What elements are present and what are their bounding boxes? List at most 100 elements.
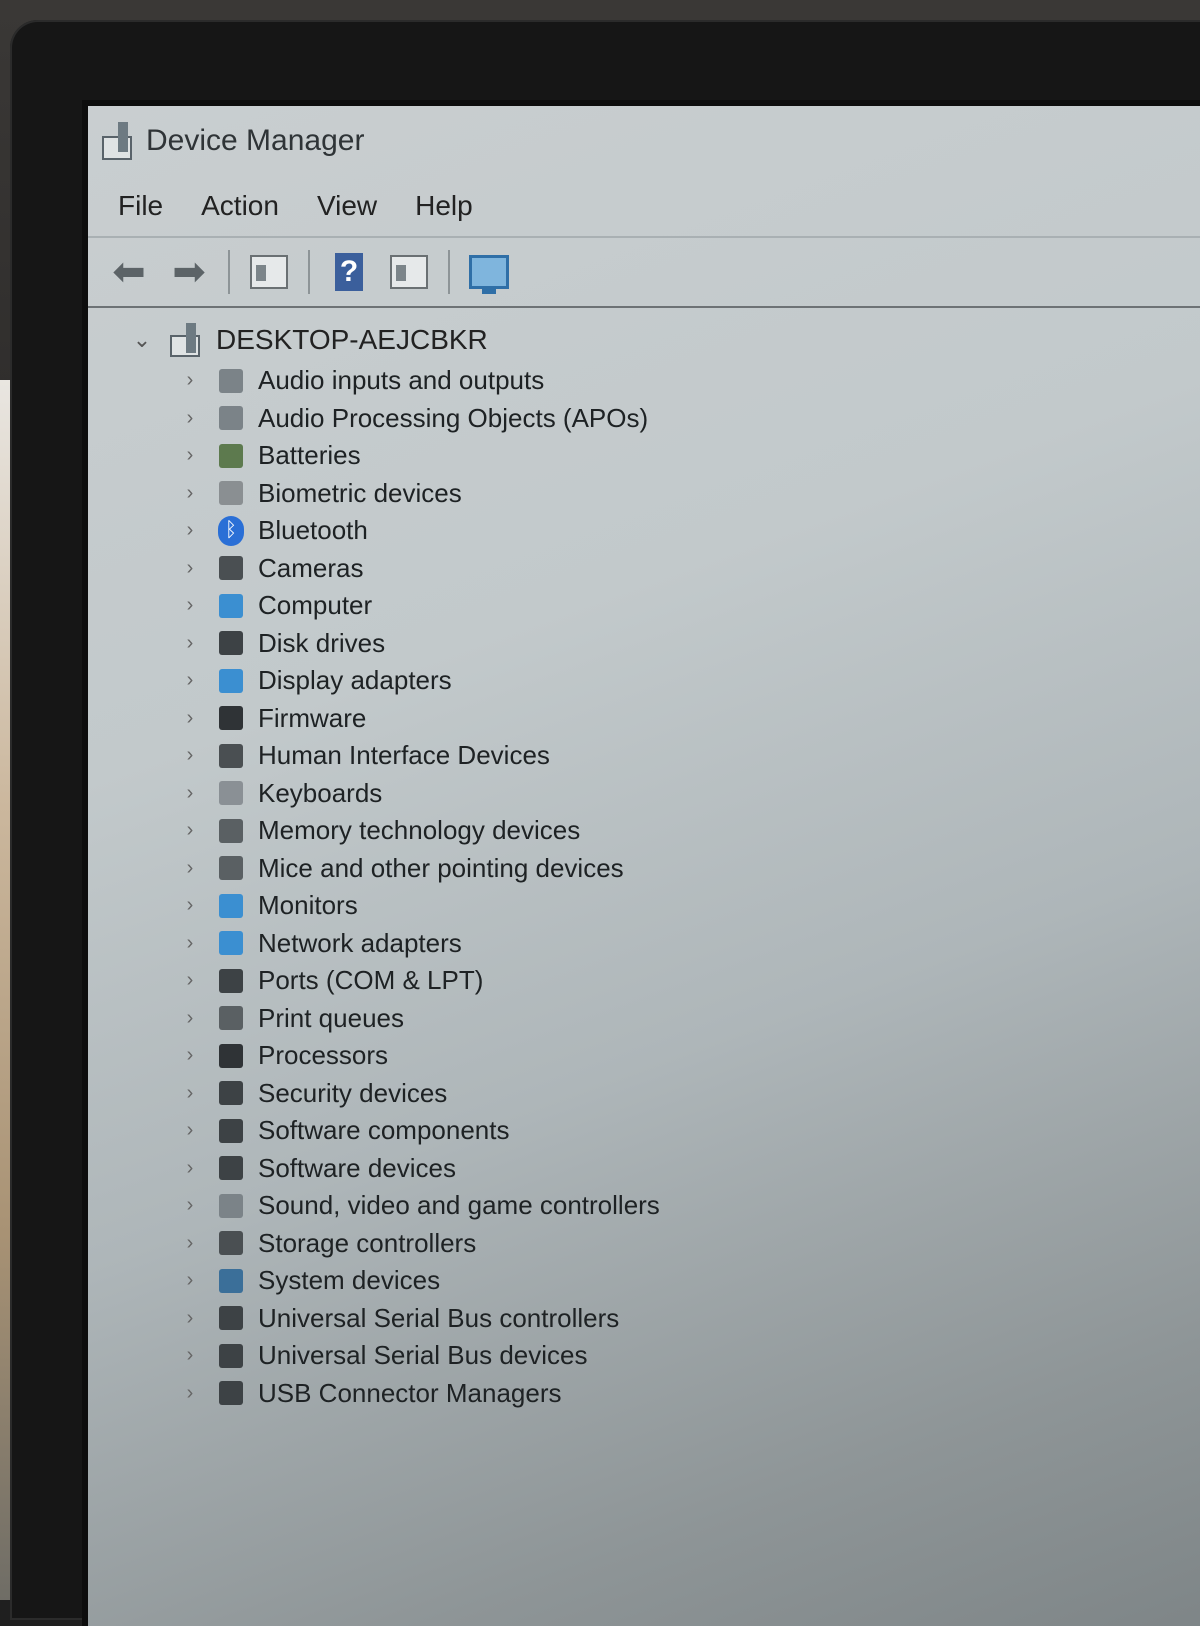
- chevron-right-icon[interactable]: ›: [180, 1307, 200, 1330]
- chevron-right-icon[interactable]: ›: [180, 594, 200, 617]
- properties-icon: [390, 255, 428, 289]
- menu-action[interactable]: Action: [201, 190, 279, 222]
- usb-icon: [216, 1378, 246, 1408]
- chevron-down-icon[interactable]: ⌄: [132, 327, 152, 353]
- help-button[interactable]: ?: [328, 251, 370, 293]
- firmware-icon: [216, 703, 246, 733]
- chevron-right-icon[interactable]: ›: [180, 1269, 200, 1292]
- toolbar: ⬅ ➡ ?: [88, 236, 1200, 308]
- chevron-right-icon[interactable]: ›: [180, 669, 200, 692]
- tree-category[interactable]: › Mice and other pointing devices: [88, 850, 1200, 888]
- device-manager-icon: [100, 122, 134, 160]
- category-label: Software components: [258, 1115, 510, 1146]
- tree-category[interactable]: › USB Connector Managers: [88, 1375, 1200, 1413]
- chevron-right-icon[interactable]: ›: [180, 482, 200, 505]
- computer-root-icon: [170, 323, 204, 357]
- chevron-right-icon[interactable]: ›: [180, 1344, 200, 1367]
- tree-category[interactable]: › Monitors: [88, 887, 1200, 925]
- tree-category[interactable]: › System devices: [88, 1262, 1200, 1300]
- tree-category[interactable]: › Universal Serial Bus controllers: [88, 1300, 1200, 1338]
- usb-icon: [216, 1341, 246, 1371]
- speaker-icon: [216, 403, 246, 433]
- chevron-right-icon[interactable]: ›: [180, 894, 200, 917]
- tree-category[interactable]: › Audio Processing Objects (APOs): [88, 400, 1200, 438]
- tree-category[interactable]: › Audio inputs and outputs: [88, 362, 1200, 400]
- tree-category[interactable]: › Computer: [88, 587, 1200, 625]
- menu-file[interactable]: File: [118, 190, 163, 222]
- chevron-right-icon[interactable]: ›: [180, 707, 200, 730]
- tree-category[interactable]: › Keyboards: [88, 775, 1200, 813]
- tree-category[interactable]: › Ports (COM & LPT): [88, 962, 1200, 1000]
- tree-category[interactable]: › Processors: [88, 1037, 1200, 1075]
- chevron-right-icon[interactable]: ›: [180, 744, 200, 767]
- device-manager-window: Device Manager File Action View Help ⬅ ➡…: [82, 100, 1200, 1626]
- chevron-right-icon[interactable]: ›: [180, 782, 200, 805]
- tree-category[interactable]: › Universal Serial Bus devices: [88, 1337, 1200, 1375]
- chevron-right-icon[interactable]: ›: [180, 1007, 200, 1030]
- chevron-right-icon[interactable]: ›: [180, 1082, 200, 1105]
- tree-category[interactable]: › Software devices: [88, 1150, 1200, 1188]
- storage-controller-icon: [216, 1228, 246, 1258]
- tree-category[interactable]: › Firmware: [88, 700, 1200, 738]
- tree-category[interactable]: › Human Interface Devices: [88, 737, 1200, 775]
- chevron-right-icon[interactable]: ›: [180, 819, 200, 842]
- tree-category[interactable]: › Display adapters: [88, 662, 1200, 700]
- category-label: Ports (COM & LPT): [258, 965, 484, 996]
- chevron-right-icon[interactable]: ›: [180, 407, 200, 430]
- category-label: Cameras: [258, 552, 364, 583]
- tree-category[interactable]: › Cameras: [88, 550, 1200, 588]
- fingerprint-icon: [216, 478, 246, 508]
- tree-category[interactable]: › Memory technology devices: [88, 812, 1200, 850]
- category-label: Computer: [258, 590, 373, 621]
- chevron-right-icon[interactable]: ›: [180, 1382, 200, 1405]
- tree-category[interactable]: › Sound, video and game controllers: [88, 1187, 1200, 1225]
- back-button[interactable]: ⬅: [108, 251, 150, 293]
- tree-category[interactable]: › Disk drives: [88, 625, 1200, 663]
- battery-icon: [216, 441, 246, 471]
- chevron-right-icon[interactable]: ›: [180, 369, 200, 392]
- tree-category[interactable]: › Print queues: [88, 1000, 1200, 1038]
- usb-icon: [216, 1303, 246, 1333]
- category-label: Batteries: [258, 440, 361, 471]
- tree-category[interactable]: › Biometric devices: [88, 475, 1200, 513]
- forward-button[interactable]: ➡: [168, 251, 210, 293]
- chevron-right-icon[interactable]: ›: [180, 1232, 200, 1255]
- printer-icon: [216, 1003, 246, 1033]
- chevron-right-icon[interactable]: ›: [180, 969, 200, 992]
- chevron-right-icon[interactable]: ›: [180, 1157, 200, 1180]
- category-label: Audio inputs and outputs: [258, 365, 545, 396]
- category-label: Mice and other pointing devices: [258, 852, 624, 883]
- scan-hardware-button[interactable]: [468, 251, 510, 294]
- tree-category[interactable]: › ᛒ Bluetooth: [88, 512, 1200, 550]
- tree-root[interactable]: ⌄ DESKTOP-AEJCBKR: [88, 318, 1200, 362]
- chevron-right-icon[interactable]: ›: [180, 932, 200, 955]
- category-label: System devices: [258, 1265, 441, 1296]
- tree-category[interactable]: › Network adapters: [88, 925, 1200, 963]
- tree-category[interactable]: › Storage controllers: [88, 1225, 1200, 1263]
- menu-help[interactable]: Help: [415, 190, 473, 222]
- mouse-icon: [216, 853, 246, 883]
- tree-category[interactable]: › Security devices: [88, 1075, 1200, 1113]
- software-component-icon: [216, 1116, 246, 1146]
- tree-category[interactable]: › Software components: [88, 1112, 1200, 1150]
- category-label: Keyboards: [258, 777, 383, 808]
- chevron-right-icon[interactable]: ›: [180, 519, 200, 542]
- properties-button[interactable]: [388, 251, 430, 293]
- show-hide-console-tree-button[interactable]: [248, 251, 290, 293]
- menu-view[interactable]: View: [317, 190, 377, 222]
- chevron-right-icon[interactable]: ›: [180, 857, 200, 880]
- toolbar-separator: [308, 250, 310, 294]
- chevron-right-icon[interactable]: ›: [180, 1044, 200, 1067]
- camera-icon: [216, 553, 246, 583]
- chevron-right-icon[interactable]: ›: [180, 557, 200, 580]
- chevron-right-icon[interactable]: ›: [180, 632, 200, 655]
- category-label: Human Interface Devices: [258, 740, 550, 771]
- category-label: Network adapters: [258, 927, 462, 958]
- chevron-right-icon[interactable]: ›: [180, 1119, 200, 1142]
- chevron-right-icon[interactable]: ›: [180, 444, 200, 467]
- tree-category[interactable]: › Batteries: [88, 437, 1200, 475]
- category-label: Storage controllers: [258, 1227, 477, 1258]
- chevron-right-icon[interactable]: ›: [180, 1194, 200, 1217]
- monitor-icon: [216, 891, 246, 921]
- help-icon: ?: [335, 253, 363, 291]
